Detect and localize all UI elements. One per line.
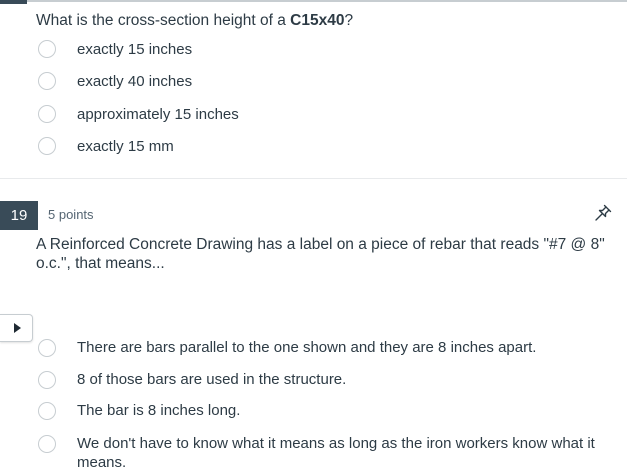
radio-button[interactable]	[38, 339, 56, 357]
question-18-text-bold: C15x40	[290, 12, 345, 29]
question-18-text: What is the cross-section height of a C1…	[36, 10, 353, 31]
radio-button[interactable]	[38, 435, 56, 453]
answer-label: exactly 40 inches	[77, 72, 193, 90]
answer-label: 8 of those bars are used in the structur…	[77, 371, 347, 388]
q19-answer-1[interactable]: There are bars parallel to the one shown…	[38, 338, 622, 357]
answer-label: approximately 15 inches	[77, 105, 239, 123]
question-number-badge: 19	[0, 201, 38, 230]
radio-button[interactable]	[38, 137, 56, 155]
radio-button[interactable]	[38, 72, 56, 90]
answer-label: There are bars parallel to the one shown…	[77, 339, 537, 356]
radio-button[interactable]	[38, 371, 56, 389]
radio-button[interactable]	[38, 105, 56, 123]
question-18-text-suffix: ?	[344, 12, 354, 29]
previous-question-border	[0, 0, 627, 2]
q18-answer-2[interactable]: exactly 40 inches	[38, 69, 192, 93]
q18-answer-4[interactable]: exactly 15 mm	[38, 134, 174, 158]
question-divider	[0, 178, 627, 179]
q19-answer-4[interactable]: We don't have to know what it means as l…	[38, 434, 622, 472]
answer-label: We don't have to know what it means as l…	[77, 435, 595, 471]
q18-answer-1[interactable]: exactly 15 inches	[38, 37, 192, 61]
previous-question-tab	[0, 0, 27, 4]
q18-answer-3[interactable]: approximately 15 inches	[38, 102, 239, 126]
question-18-text-prefix: What is the cross-section height of a	[36, 12, 291, 29]
answer-label: exactly 15 inches	[77, 40, 193, 58]
play-icon	[13, 323, 21, 333]
radio-button[interactable]	[38, 40, 56, 58]
q19-answer-2[interactable]: 8 of those bars are used in the structur…	[38, 370, 622, 389]
play-button[interactable]	[0, 314, 33, 342]
answer-label: exactly 15 mm	[77, 137, 174, 155]
question-19-text: A Reinforced Concrete Drawing has a labe…	[36, 236, 605, 272]
radio-button[interactable]	[38, 402, 56, 420]
pin-icon[interactable]	[593, 203, 613, 223]
question-points: 5 points	[48, 207, 94, 222]
answer-label: The bar is 8 inches long.	[77, 402, 241, 419]
q19-answer-3[interactable]: The bar is 8 inches long.	[38, 401, 622, 420]
